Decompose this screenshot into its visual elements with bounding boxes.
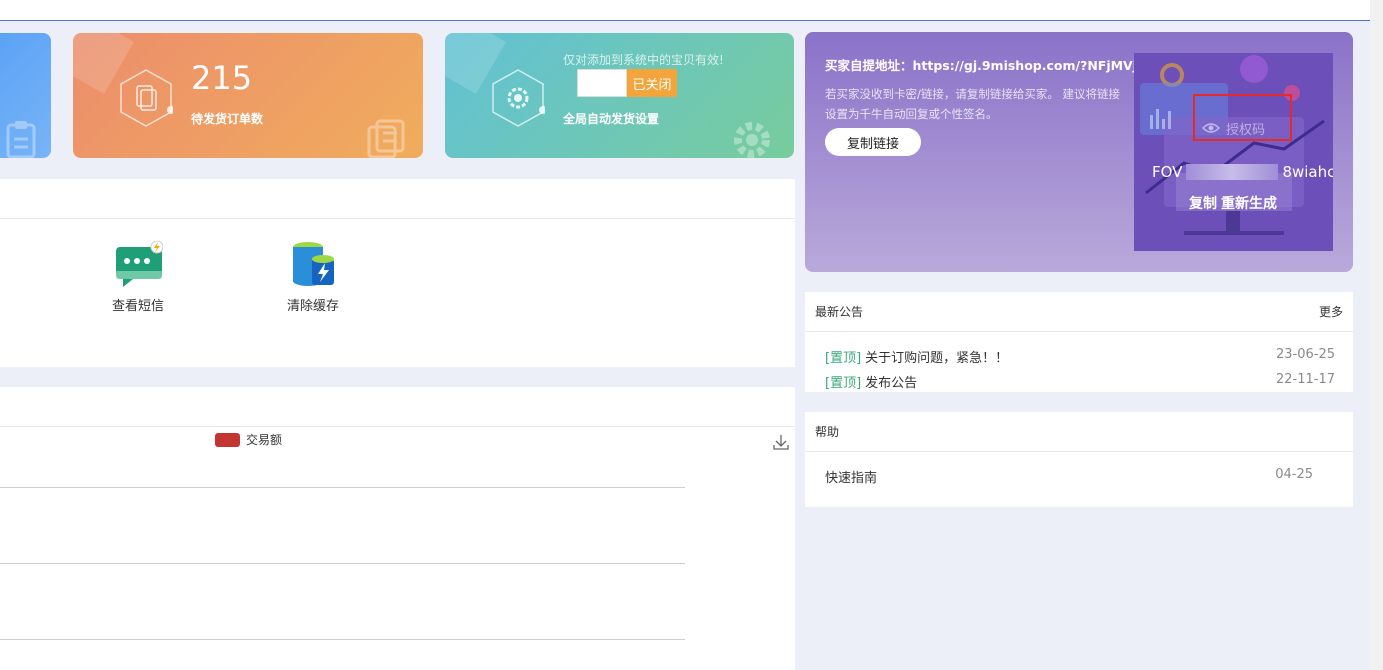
copy-link-button[interactable]: 复制链接 xyxy=(825,128,921,156)
tool-view-sms[interactable]: 查看短信 xyxy=(98,240,178,314)
cache-clear-icon xyxy=(288,241,338,287)
notice-header: 最新公告 更多 xyxy=(805,292,1353,332)
auth-code-actions: 复制 重新生成 xyxy=(1189,193,1277,213)
chart-gridline xyxy=(0,487,685,488)
gear-hexagon-icon xyxy=(492,69,545,127)
pending-orders-count: 215 xyxy=(191,59,253,97)
transaction-chart-panel: 交易额 xyxy=(0,387,795,670)
help-title: 帮助 xyxy=(815,425,840,439)
tool-clear-cache[interactable]: 清除缓存 xyxy=(273,241,353,314)
auth-code-value: FOV 8wiahc xyxy=(1152,163,1333,181)
auth-code-prefix: FOV xyxy=(1152,163,1183,181)
auto-ship-hint: 仅对添加到系统中的宝贝有效! xyxy=(563,53,724,67)
clipboard-icon xyxy=(6,121,36,158)
auth-code-suffix: 8wiahc xyxy=(1282,163,1333,181)
chart-panel-header xyxy=(0,387,795,427)
notice-item-title[interactable]: 发布公告 xyxy=(865,376,917,391)
stat-card-pending-orders[interactable]: 215 待发货订单数 xyxy=(73,33,423,158)
help-header: 帮助 xyxy=(805,412,1353,452)
page-scrollbar[interactable] xyxy=(1370,0,1383,670)
gear-icon xyxy=(734,122,770,158)
toggle-state-label: 已关闭 xyxy=(627,69,677,97)
help-item-date: 04-25 xyxy=(1275,467,1313,482)
pinned-tag: [置顶] xyxy=(825,376,862,391)
auth-code-panel: 授权码 FOV 8wiahc 复制 重新生成 xyxy=(1134,53,1333,251)
help-item-title[interactable]: 快速指南 xyxy=(825,467,877,486)
copy-auth-code-link[interactable]: 复制 xyxy=(1189,193,1217,213)
pickup-description: 若买家没收到卡密/链接，请复制链接给买家。 建议将链接设置为千牛自动回复或个性签… xyxy=(825,87,1121,121)
tools-panel-header xyxy=(0,179,795,219)
chart-gridline xyxy=(0,639,685,640)
toggle-knob xyxy=(577,69,627,97)
pinned-tag: [置顶] xyxy=(825,351,862,366)
tools-panel: 查看短信 清除缓存 xyxy=(0,179,795,367)
monitor-illustration-icon xyxy=(1140,55,1325,235)
regenerate-auth-code-link[interactable]: 重新生成 xyxy=(1221,193,1277,213)
sms-icon xyxy=(113,240,164,287)
tool-label: 查看短信 xyxy=(111,299,164,314)
buyer-pickup-card: 买家自提地址：https://gj.9mishop.com/?NFjMVj 若买… xyxy=(805,32,1353,272)
notice-item[interactable]: [置顶] 关于订购问题，紧急！！ 23-06-25 xyxy=(825,347,1335,366)
chart-gridline xyxy=(0,563,685,564)
stat-card-auto-ship[interactable]: 仅对添加到系统中的宝贝有效! 已关闭 全局自动发货设置 xyxy=(445,33,794,158)
auth-code-mask xyxy=(1186,164,1279,180)
pickup-address[interactable]: 买家自提地址：https://gj.9mishop.com/?NFjMVj xyxy=(825,55,1137,74)
top-bar xyxy=(0,0,1370,21)
legend-label: 交易额 xyxy=(246,433,283,447)
stat-card-blue[interactable] xyxy=(0,33,51,158)
notice-item-date: 22-11-17 xyxy=(1275,372,1335,387)
legend-swatch xyxy=(215,432,240,447)
notice-panel: 最新公告 更多 [置顶] 关于订购问题，紧急！！ 23-06-25 [置顶] 发布公… xyxy=(805,292,1353,392)
notice-item-date: 23-06-25 xyxy=(1275,347,1335,362)
chart-legend[interactable]: 交易额 xyxy=(215,431,282,448)
document-hexagon-icon xyxy=(120,69,173,127)
download-icon[interactable] xyxy=(772,433,790,451)
tool-label: 清除缓存 xyxy=(286,299,339,314)
help-panel: 帮助 快速指南 04-25 xyxy=(805,412,1353,507)
notice-title: 最新公告 xyxy=(815,305,864,319)
notice-more-link[interactable]: 更多 xyxy=(1319,303,1343,320)
pending-orders-label: 待发货订单数 xyxy=(191,112,264,126)
auto-ship-toggle[interactable]: 已关闭 xyxy=(577,69,677,97)
notice-item[interactable]: [置顶] 发布公告 22-11-17 xyxy=(825,372,1335,391)
document-icon xyxy=(367,119,405,158)
auto-ship-label: 全局自动发货设置 xyxy=(563,112,660,126)
help-item[interactable]: 快速指南 04-25 xyxy=(825,467,1313,486)
notice-item-title[interactable]: 关于订购问题，紧急！！ xyxy=(865,351,1008,366)
annotation-highlight-box xyxy=(1193,94,1292,141)
